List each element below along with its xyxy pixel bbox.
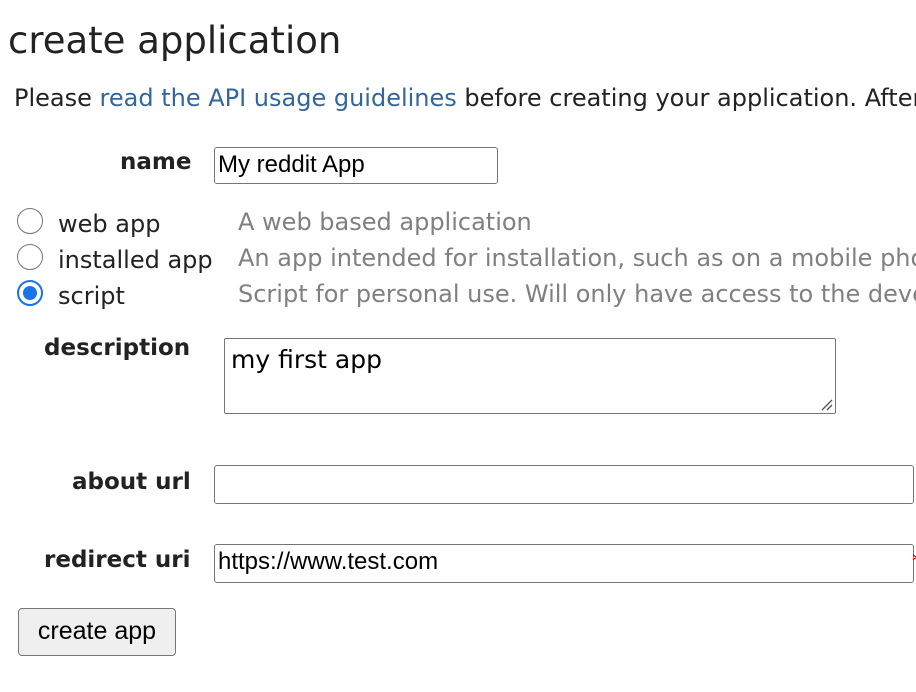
installed-app-label[interactable]: installed app xyxy=(58,244,213,276)
intro-text: Please read the API usage guidelines bef… xyxy=(14,84,916,112)
name-input[interactable]: My reddit App xyxy=(214,147,498,184)
description-value: my first app xyxy=(231,345,382,374)
installed-app-radio[interactable] xyxy=(17,244,43,270)
intro-prefix: Please xyxy=(14,84,100,112)
redirect-uri-input[interactable]: https://www.test.com xyxy=(214,544,914,583)
about-url-label: about url xyxy=(72,469,191,495)
intro-suffix: before creating your application. After … xyxy=(464,84,916,112)
create-application-page: create application Please read the API u… xyxy=(0,0,916,692)
page-title: create application xyxy=(8,19,342,62)
description-label: description xyxy=(44,335,191,361)
about-url-input[interactable] xyxy=(214,465,914,504)
installed-app-description: An app intended for installation, such a… xyxy=(238,244,916,272)
script-description: Script for personal use. Will only have … xyxy=(238,280,916,308)
resize-grip-icon[interactable] xyxy=(819,397,833,411)
redirect-uri-label: redirect uri xyxy=(44,547,191,573)
name-label: name xyxy=(120,149,192,175)
web-app-label[interactable]: web app xyxy=(58,208,160,240)
description-textarea[interactable]: my first app xyxy=(224,338,836,414)
api-guidelines-link[interactable]: read the API usage guidelines xyxy=(100,84,457,112)
web-app-radio[interactable] xyxy=(17,208,43,234)
create-app-button[interactable]: create app xyxy=(18,608,176,656)
web-app-description: A web based application xyxy=(238,208,532,236)
script-label[interactable]: script xyxy=(58,280,125,312)
required-marker: * xyxy=(912,551,916,571)
script-radio[interactable] xyxy=(17,280,43,306)
